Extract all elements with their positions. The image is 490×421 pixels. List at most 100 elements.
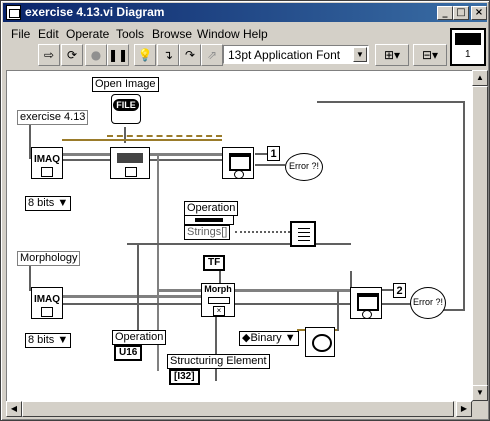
u16-terminal[interactable]: U16 — [114, 345, 143, 361]
grid-icon — [298, 227, 310, 241]
color-palette-icon[interactable] — [305, 327, 335, 357]
wire — [463, 101, 465, 311]
morphology-node[interactable]: Morph × — [201, 283, 235, 317]
vi-icon-graphic — [455, 33, 481, 45]
scroll-left-icon[interactable]: ◀ — [6, 401, 22, 417]
wire — [317, 101, 465, 103]
morphology-label: Morphology — [17, 251, 81, 266]
bits-ring-1-value: 8 bits — [28, 197, 55, 209]
chevron-down-icon: ▼ — [57, 197, 69, 209]
error-handler-1[interactable]: Error ?! — [285, 153, 323, 181]
horizontal-scroll-thumb[interactable] — [22, 401, 454, 417]
imaq-create-node-1[interactable]: IMAQ — [31, 147, 63, 179]
file-icon-text: FILE — [113, 99, 139, 111]
chevron-down-icon: ▼ — [353, 47, 367, 62]
exercise-label: exercise 4.13 — [17, 110, 89, 125]
error-text: Error ?! — [412, 297, 443, 307]
title-bar[interactable]: exercise 4.13.vi Diagram _ □ × — [3, 3, 487, 22]
menu-help[interactable]: Help — [243, 27, 268, 41]
wire — [127, 243, 351, 245]
open-image-label: Open Image — [92, 77, 159, 92]
imaq-text: IMAQ — [33, 294, 61, 305]
highlight-execution-icon[interactable]: 💡 — [134, 44, 156, 66]
close-button[interactable]: × — [471, 6, 487, 20]
window-draw-node-1[interactable] — [222, 147, 254, 179]
error-icon — [234, 170, 244, 179]
index-array-icon[interactable] — [290, 221, 316, 247]
menu-browse[interactable]: Browse — [152, 27, 192, 41]
vertical-scrollbar[interactable]: ▲ ▼ — [472, 70, 488, 401]
menu-window[interactable]: Window — [197, 27, 240, 41]
operation-control-label: Operation — [184, 201, 239, 216]
scroll-up-icon[interactable]: ▲ — [472, 70, 488, 86]
image-wire — [62, 295, 202, 298]
menu-operate[interactable]: Operate — [66, 27, 109, 41]
run-arrow-icon[interactable]: ⇨ — [38, 44, 60, 66]
menu-file[interactable]: File — [11, 27, 30, 41]
control-bar-fill — [195, 218, 223, 222]
wire — [215, 311, 217, 381]
step-out-icon[interactable]: ⇗ — [201, 44, 223, 66]
step-over-icon[interactable]: ↷ — [179, 44, 201, 66]
scroll-down-icon[interactable]: ▼ — [472, 385, 488, 401]
read-file-icon — [117, 153, 143, 163]
wire — [337, 291, 339, 331]
wire — [382, 303, 412, 305]
read-file-node[interactable] — [110, 147, 150, 179]
minimize-button[interactable]: _ — [437, 6, 453, 20]
imaq-icon — [41, 307, 53, 317]
boolean-constant[interactable]: TF — [203, 255, 226, 271]
imaq-text: IMAQ — [33, 154, 61, 165]
morph-text: Morph — [204, 284, 232, 294]
error-cluster-icon: × — [213, 306, 225, 316]
morph-icon — [208, 297, 230, 304]
binary-ring-value: Binary — [250, 332, 282, 344]
error-text: Error ?! — [288, 161, 319, 171]
maximize-button[interactable]: □ — [453, 6, 469, 20]
menu-tools[interactable]: Tools — [116, 27, 144, 41]
strings-property[interactable]: Strings[] — [184, 225, 231, 240]
image-wire — [235, 289, 350, 292]
bits-ring-1[interactable]: 8 bits ▼ — [25, 196, 72, 211]
structuring-element-label: Structuring Element — [167, 354, 270, 369]
align-objects-icon[interactable]: ⊞▾ — [375, 44, 409, 66]
indicator-2[interactable]: 2 — [393, 283, 406, 298]
run-continuously-icon[interactable]: ⟳ — [61, 44, 83, 66]
menu-edit[interactable]: Edit — [38, 27, 59, 41]
i32-terminal[interactable]: [I32] — [169, 369, 200, 385]
image-wire — [150, 153, 223, 156]
operation-label: Operation — [112, 330, 167, 345]
block-diagram[interactable]: Open Image FILE exercise 4.13 IMAQ 8 bit… — [6, 70, 473, 402]
window-icon — [229, 153, 251, 171]
indicator-1[interactable]: 1 — [267, 146, 280, 161]
vertical-scroll-thumb[interactable] — [472, 86, 488, 386]
imaq-create-node-2[interactable]: IMAQ — [31, 287, 63, 319]
font-select[interactable]: 13pt Application Font ▼ — [223, 45, 369, 64]
bits-ring-2[interactable]: 8 bits ▼ — [25, 333, 72, 348]
wire — [255, 153, 267, 155]
diagram-app-icon — [6, 5, 21, 20]
error-wire — [62, 159, 117, 161]
window-draw-node-2[interactable] — [350, 287, 382, 319]
pause-icon[interactable]: ❚❚ — [107, 44, 129, 66]
chevron-down-icon: ▼ — [57, 334, 69, 346]
vi-window: exercise 4.13.vi Diagram _ □ × File Edit… — [0, 0, 490, 421]
distribute-objects-icon[interactable]: ⊟▾ — [413, 44, 447, 66]
wire — [62, 139, 222, 141]
step-into-icon[interactable]: ↴ — [157, 44, 179, 66]
menu-bar: File Edit Operate Tools Browse Window He… — [3, 24, 487, 42]
font-select-value: 13pt Application Font — [228, 48, 341, 62]
file-dialog-icon[interactable]: FILE — [111, 94, 141, 124]
path-wire — [107, 135, 222, 137]
vi-icon-pane[interactable]: 1 — [450, 28, 486, 66]
binary-ring[interactable]: ◆Binary ▼ — [239, 331, 299, 346]
image-wire — [157, 289, 202, 292]
scroll-right-icon[interactable]: ▶ — [456, 401, 472, 417]
error-handler-2[interactable]: Error ?! — [410, 287, 446, 319]
abort-icon[interactable]: ● — [85, 44, 107, 66]
string-wire — [235, 231, 290, 233]
imaq-icon — [41, 167, 53, 177]
horizontal-scrollbar[interactable]: ◀ ▶ — [6, 401, 472, 417]
operation-control-bar[interactable] — [184, 215, 234, 225]
error-wire — [62, 303, 202, 305]
